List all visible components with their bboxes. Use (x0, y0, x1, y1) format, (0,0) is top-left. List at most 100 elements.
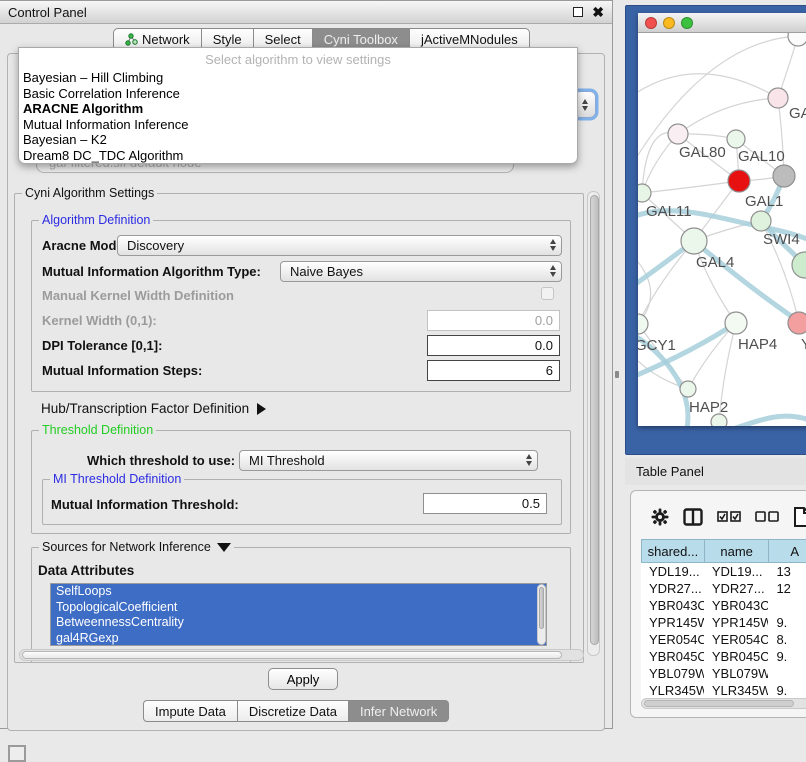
file-icon[interactable] (793, 507, 806, 527)
network-node-label: GAL1 (745, 193, 783, 210)
network-edge (642, 181, 739, 193)
algorithm-option[interactable]: Bayesian – Hill Climbing (19, 70, 577, 86)
apply-button[interactable]: Apply (268, 668, 338, 690)
table-row[interactable]: YBR045CYBR045C9. (641, 648, 806, 665)
network-node[interactable] (681, 228, 707, 254)
network-node[interactable] (768, 88, 788, 108)
network-node-label: GCY1 (638, 337, 676, 354)
tab-infer-network[interactable]: Infer Network (349, 700, 449, 722)
table-cell: 9. (768, 614, 806, 631)
select-all-icon[interactable] (717, 511, 741, 523)
algorithm-option[interactable]: Mutual Information Inference (19, 117, 577, 133)
deselect-all-icon[interactable] (755, 511, 779, 523)
network-node-label: GAL4 (696, 254, 734, 271)
mi-steps-input[interactable]: 6 (427, 360, 560, 381)
table-cell: YBR045C (704, 648, 769, 665)
table-cell: YLR345W (704, 682, 769, 699)
table-row[interactable]: YBL079WYBL079W (641, 665, 806, 682)
manual-kernel-label: Manual Kernel Width Definition (42, 288, 234, 303)
aracne-mode-combo[interactable]: Discovery (117, 235, 562, 256)
table-cell: YDL19... (704, 563, 769, 580)
network-view-frame[interactable]: GALGAL80GAL10GAL1GAL11SWI4GAL4GCY1HAP4YH… (625, 5, 806, 455)
hub-definition-label: Hub/Transcription Factor Definition (41, 401, 249, 416)
network-edge (638, 74, 778, 98)
table-column-header[interactable]: shared... (641, 539, 704, 563)
hub-definition-toggle[interactable]: Hub/Transcription Factor Definition (41, 401, 266, 416)
network-node[interactable] (638, 314, 648, 334)
float-panel-icon[interactable] (573, 7, 583, 17)
network-node-label: GAL (789, 105, 806, 122)
mac-minimize-icon[interactable] (663, 17, 675, 29)
table-cell: 8. (768, 631, 806, 648)
settings-vertical-scrollbar[interactable] (587, 191, 600, 656)
table-cell: YBR045C (641, 648, 704, 665)
algorithm-option[interactable]: Basic Correlation Inference (19, 86, 577, 102)
table-cell: YER054C (704, 631, 769, 648)
group-title: Algorithm Definition (39, 213, 153, 227)
table-cell: 13 (768, 563, 806, 580)
mac-zoom-icon[interactable] (681, 17, 693, 29)
network-node-label: HAP4 (738, 336, 777, 353)
panel-splitter-handle[interactable] (615, 371, 619, 378)
mac-close-icon[interactable] (645, 17, 657, 29)
tab-impute-data[interactable]: Impute Data (143, 700, 238, 722)
network-node[interactable] (680, 381, 696, 397)
which-threshold-combo[interactable]: MI Threshold (239, 450, 538, 471)
tab-label: jActiveMNodules (421, 32, 518, 47)
table-row[interactable]: YLR345WYLR345W9. (641, 682, 806, 699)
algorithm-definition-group: Algorithm Definition Aracne Mode: Discov… (31, 220, 571, 392)
dpi-tolerance-label: DPI Tolerance [0,1]: (42, 338, 162, 353)
table-horizontal-scrollbar[interactable] (641, 698, 806, 709)
network-node-label: SWI4 (763, 231, 800, 248)
list-vertical-scrollbar[interactable] (537, 584, 546, 645)
table-cell: YLR345W (641, 682, 704, 699)
table-column-header[interactable]: name (704, 539, 769, 563)
network-node[interactable] (788, 33, 806, 46)
network-node[interactable] (727, 130, 745, 148)
dpi-tolerance-input[interactable]: 0.0 (427, 335, 560, 356)
network-node[interactable] (728, 170, 750, 192)
data-attribute-item[interactable]: TopologicalCoefficient (51, 600, 546, 616)
group-title: MI Threshold Definition (50, 472, 184, 486)
table-row[interactable]: YER054CYER054C8. (641, 631, 806, 648)
columns-icon[interactable] (683, 508, 703, 526)
network-node[interactable] (788, 312, 806, 334)
tab-label: Network (142, 32, 190, 47)
data-attribute-item[interactable]: SelfLoops (51, 584, 546, 600)
stepper-up-icon (582, 99, 588, 104)
algorithm-dropdown: Select algorithm to view settings Bayesi… (18, 47, 578, 164)
network-canvas[interactable]: GALGAL80GAL10GAL1GAL11SWI4GAL4GCY1HAP4YH… (638, 33, 806, 426)
table-row[interactable]: YPR145WYPR145W9. (641, 614, 806, 631)
close-icon[interactable]: ✖ (592, 7, 604, 17)
settings-horizontal-scrollbar[interactable] (19, 649, 584, 661)
bottom-tabbar: Impute Data Discretize Data Infer Networ… (143, 700, 449, 722)
table-row[interactable]: YDL19...YDL19...13 (641, 563, 806, 580)
network-node[interactable] (638, 184, 651, 202)
network-node[interactable] (751, 211, 771, 231)
algorithm-option[interactable]: Dream8 DC_TDC Algorithm (19, 148, 577, 164)
minimized-panel-icon[interactable] (8, 745, 26, 762)
network-graph: GALGAL80GAL10GAL1GAL11SWI4GAL4GCY1HAP4YH… (638, 33, 806, 426)
algorithm-option[interactable]: Bayesian – K2 (19, 132, 577, 148)
group-title: Cyni Algorithm Settings (22, 186, 157, 200)
control-panel-window: Control Panel ✖ Network Style Select Cyn… (0, 0, 613, 729)
algorithm-option[interactable]: ARACNE Algorithm (19, 101, 577, 117)
mi-threshold-input[interactable]: 0.5 (423, 493, 547, 514)
mi-algorithm-type-value: Naive Bayes (290, 264, 363, 279)
manual-kernel-checkbox[interactable] (541, 287, 554, 300)
data-attribute-item[interactable]: BetweennessCentrality (51, 615, 546, 631)
data-attributes-list[interactable]: SelfLoopsTopologicalCoefficientBetweenne… (50, 583, 547, 646)
kernel-width-input[interactable]: 0.0 (427, 310, 560, 331)
mi-algorithm-type-combo[interactable]: Naive Bayes (280, 261, 562, 282)
network-edge-highlighted (733, 416, 806, 426)
network-node[interactable] (668, 124, 688, 144)
network-node[interactable] (773, 165, 795, 187)
tab-discretize-data[interactable]: Discretize Data (238, 700, 349, 722)
data-attribute-item[interactable]: gal4RGexp (51, 631, 546, 647)
network-node[interactable] (725, 312, 747, 334)
sources-group-title[interactable]: Sources for Network Inference (39, 540, 234, 554)
table-row[interactable]: YDR27...YDR27...12 (641, 580, 806, 597)
table-row[interactable]: YBR043CYBR043C (641, 597, 806, 614)
gear-icon[interactable] (651, 508, 669, 526)
table-column-header[interactable]: A (768, 539, 806, 563)
